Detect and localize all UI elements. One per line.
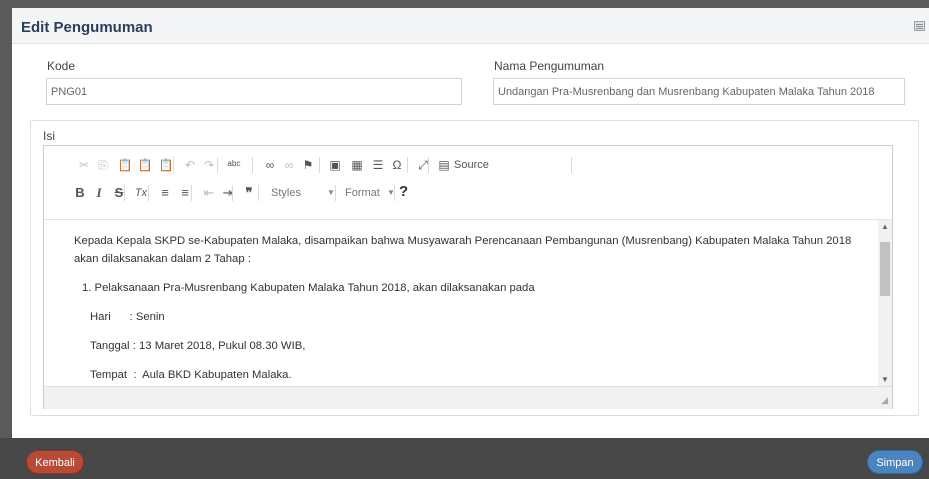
kode-input[interactable] (46, 78, 462, 105)
footer-bar: Kembali Simpan (0, 438, 929, 479)
editor-statusbar: ◢ (44, 386, 892, 409)
remove-format-icon[interactable]: Tx (133, 183, 149, 203)
content-tempat: Tempat : Aula BKD Kabupaten Malaka. (90, 369, 292, 381)
toolbar-separator (252, 157, 253, 173)
editor-toolbar: ✂ ⎘ 📋 📋 📋 ↶ ↷ ᵃᵇᶜ ∞ ∞ ⚑ ▣ ▦ ☰ Ω ⤢ ▤ Source B I S Tx ≡ ≡ ⇤ ⇥ ❞ Style… (44, 146, 892, 220)
chevron-down-icon[interactable]: ▼ (387, 183, 395, 203)
editor-scrollbar[interactable]: ▲ ▼ (878, 220, 892, 386)
isi-label: Isi (43, 129, 55, 143)
italic-icon[interactable]: I (91, 183, 107, 203)
content-hari: Hari : Senin (90, 311, 165, 323)
scroll-thumb[interactable] (880, 242, 890, 296)
link-icon[interactable]: ∞ (262, 155, 278, 175)
collapse-icon[interactable] (914, 21, 925, 31)
back-button[interactable]: Kembali (26, 450, 84, 474)
paste-icon[interactable]: 📋 (117, 155, 133, 175)
nama-label: Nama Pengumuman (494, 59, 605, 73)
paste-text-icon[interactable]: 📋 (137, 155, 153, 175)
content-list-item: 1. Pelaksanaan Pra-Musrenbang Kabupaten … (82, 282, 535, 294)
undo-icon[interactable]: ↶ (182, 155, 198, 175)
scroll-up-icon[interactable]: ▲ (881, 222, 889, 231)
toolbar-separator (335, 185, 336, 201)
blockquote-icon[interactable]: ❞ (241, 183, 257, 203)
kode-label: Kode (47, 59, 76, 73)
toolbar-separator (428, 157, 429, 173)
panel-title: Edit Pengumuman (21, 19, 153, 36)
redo-icon[interactable]: ↷ (201, 155, 217, 175)
toolbar-separator (319, 157, 320, 173)
bold-icon[interactable]: B (72, 183, 88, 203)
horizontal-line-icon[interactable]: ☰ (370, 155, 386, 175)
toolbar-separator (258, 185, 259, 201)
paste-word-icon[interactable]: 📋 (158, 155, 174, 175)
resize-handle-icon[interactable]: ◢ (881, 395, 888, 406)
content-paragraph: Kepada Kepala SKPD se-Kabupaten Malaka, … (74, 235, 852, 265)
toolbar-separator (407, 157, 408, 173)
scroll-down-icon[interactable]: ▼ (881, 375, 889, 384)
image-icon[interactable]: ▣ (327, 155, 343, 175)
table-icon[interactable]: ▦ (349, 155, 365, 175)
anchor-icon[interactable]: ⚑ (300, 155, 316, 175)
toolbar-separator (217, 157, 218, 173)
save-button[interactable]: Simpan (867, 450, 923, 474)
special-char-icon[interactable]: Ω (389, 155, 405, 175)
numbered-list-icon[interactable]: ≡ (157, 183, 173, 203)
format-dropdown[interactable]: Format (345, 183, 380, 203)
panel-header: Edit Pengumuman (12, 8, 929, 44)
toolbar-separator (124, 185, 125, 201)
chevron-down-icon[interactable]: ▼ (327, 183, 335, 203)
content-tanggal: Tanggal : 13 Maret 2018, Pukul 08.30 WIB… (90, 340, 306, 352)
source-button-label[interactable]: Source (454, 155, 489, 175)
toolbar-separator (232, 185, 233, 201)
indent-icon[interactable]: ⇥ (220, 183, 236, 203)
spellcheck-icon[interactable]: ᵃᵇᶜ (226, 155, 242, 175)
editor-content[interactable]: Kepada Kepala SKPD se-Kabupaten Malaka, … (44, 220, 878, 386)
toolbar-separator (148, 185, 149, 201)
rich-text-editor[interactable]: ✂ ⎘ 📋 📋 📋 ↶ ↷ ᵃᵇᶜ ∞ ∞ ⚑ ▣ ▦ ☰ Ω ⤢ ▤ Source B I S Tx ≡ ≡ ⇤ ⇥ ❞ Style… (43, 145, 893, 409)
unlink-icon[interactable]: ∞ (281, 155, 297, 175)
source-icon[interactable]: ▤ (436, 155, 452, 175)
help-icon[interactable]: ? (399, 182, 408, 202)
outdent-icon[interactable]: ⇤ (201, 183, 217, 203)
toolbar-separator (191, 185, 192, 201)
toolbar-separator (571, 157, 572, 173)
cut-icon[interactable]: ✂ (76, 155, 92, 175)
toolbar-separator (173, 157, 174, 173)
nama-input[interactable] (493, 78, 905, 105)
styles-dropdown[interactable]: Styles (271, 183, 301, 203)
copy-icon[interactable]: ⎘ (95, 155, 111, 175)
